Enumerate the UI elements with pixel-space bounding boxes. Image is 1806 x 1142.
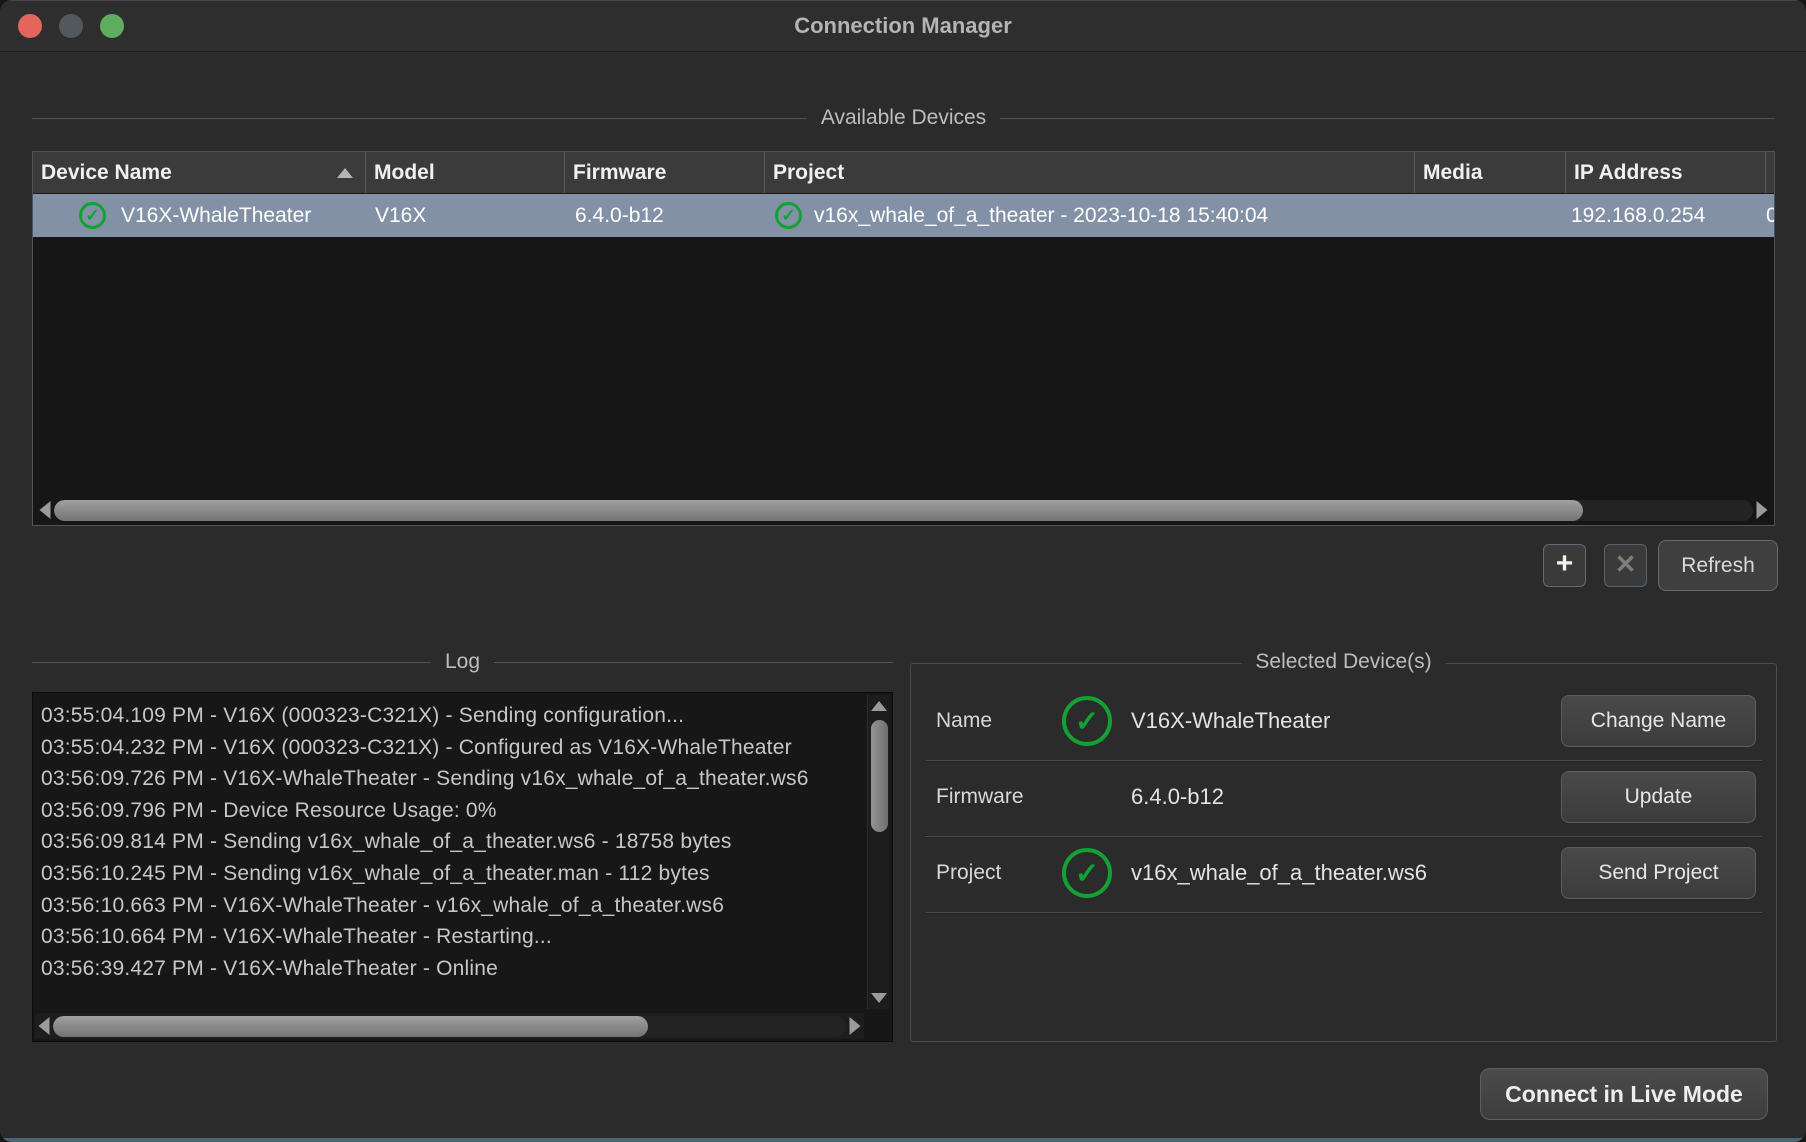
change-name-button[interactable]: Change Name [1561,695,1756,747]
log-entry: 03:55:04.232 PM - V16X (000323-C321X) - … [41,732,860,764]
device-row-selected[interactable]: ✓ V16X-WhaleTheater V16X 6.4.0-b12 ✓ v16… [33,194,1774,237]
project-value: v16x_whale_of_a_theater.ws6 [1131,860,1427,886]
remove-device-button[interactable]: ✕ [1604,544,1647,587]
column-header-overflow [1766,152,1774,193]
divider [925,912,1762,913]
scroll-left-icon[interactable] [35,1014,53,1038]
column-header-media[interactable]: Media [1415,152,1566,193]
selected-devices-panel: Selected Device(s) Name ✓ V16X-WhaleThea… [910,663,1777,1042]
selected-project-row: Project ✓ v16x_whale_of_a_theater.ws6 Se… [911,847,1776,899]
selected-name-row: Name ✓ V16X-WhaleTheater Change Name [911,695,1776,747]
devices-table-horizontal-scrollbar[interactable] [36,498,1771,522]
scroll-thumb[interactable] [54,500,1583,521]
log-label: Log [445,650,480,674]
connect-live-mode-button[interactable]: Connect in Live Mode [1480,1068,1768,1120]
column-header-model[interactable]: Model [366,152,565,193]
devices-table: Device Name Model Firmware Project Media… [32,151,1775,526]
project-label: Project [936,861,1001,885]
title-bar: Connection Manager [0,0,1806,52]
name-label: Name [936,709,992,733]
scroll-track[interactable] [53,1016,846,1037]
firmware-value: 6.4.0-b12 [1131,784,1224,810]
cell-project: ✓ v16x_whale_of_a_theater - 2023-10-18 1… [765,194,1415,237]
log-group-title: Log [32,650,893,674]
refresh-button[interactable]: Refresh [1658,540,1778,591]
selected-devices-label: Selected Device(s) [1241,650,1445,674]
scroll-right-icon[interactable] [846,1014,864,1038]
scroll-up-icon[interactable] [868,695,891,717]
project-ok-icon: ✓ [775,202,802,229]
log-entry: 03:56:09.814 PM - Sending v16x_whale_of_… [41,826,860,858]
log-entry: 03:56:10.663 PM - V16X-WhaleTheater - v1… [41,890,860,922]
cell-firmware: 6.4.0-b12 [565,194,765,237]
column-header-firmware[interactable]: Firmware [565,152,765,193]
log-list: 03:55:04.109 PM - V16X (000323-C321X) - … [32,692,893,1042]
name-value: V16X-WhaleTheater [1131,708,1330,734]
log-entry: 03:56:10.245 PM - Sending v16x_whale_of_… [41,858,860,890]
connection-manager-window: Connection Manager Available Devices Dev… [0,0,1806,1142]
cell-device-name: ✓ V16X-WhaleTheater [33,194,366,237]
devices-table-header: Device Name Model Firmware Project Media… [33,152,1774,194]
cell-media [1415,194,1566,237]
column-header-project[interactable]: Project [765,152,1415,193]
send-project-button[interactable]: Send Project [1561,847,1756,899]
log-entries: 03:55:04.109 PM - V16X (000323-C321X) - … [41,700,860,1005]
log-entry: 03:56:10.664 PM - V16X-WhaleTheater - Re… [41,921,860,953]
divider [1000,118,1775,119]
divider [32,662,431,663]
window-bottom-edge [0,1138,1806,1142]
log-entry: 03:55:04.109 PM - V16X (000323-C321X) - … [41,700,860,732]
scroll-right-icon[interactable] [1753,498,1771,522]
sort-ascending-icon [337,168,353,178]
add-device-button[interactable]: + [1543,544,1586,587]
column-header-ip-address[interactable]: IP Address [1566,152,1766,193]
device-online-icon: ✓ [79,202,106,229]
column-header-device-name[interactable]: Device Name [33,152,366,193]
log-entry: 03:56:09.796 PM - Device Resource Usage:… [41,795,860,827]
project-status-ok-icon: ✓ [1062,848,1112,898]
window-title: Connection Manager [0,0,1806,52]
cell-overflow: 0 [1766,194,1774,237]
divider [925,760,1762,761]
scroll-left-icon[interactable] [36,498,54,522]
name-status-ok-icon: ✓ [1062,696,1112,746]
scroll-track[interactable] [54,500,1753,521]
update-firmware-button[interactable]: Update [1561,771,1756,823]
available-devices-label: Available Devices [821,106,986,130]
divider [494,662,893,663]
log-entry: 03:56:39.427 PM - V16X-WhaleTheater - On… [41,953,860,985]
firmware-label: Firmware [936,785,1024,809]
scroll-down-icon[interactable] [868,987,891,1009]
available-devices-group-title: Available Devices [32,106,1775,130]
scroll-thumb[interactable] [53,1016,648,1037]
log-entry: 03:56:09.726 PM - V16X-WhaleTheater - Se… [41,763,860,795]
log-horizontal-scrollbar[interactable] [35,1013,864,1039]
selected-firmware-row: Firmware 6.4.0-b12 Update [911,771,1776,823]
divider [32,118,807,119]
cell-model: V16X [366,194,565,237]
scroll-thumb[interactable] [871,720,888,832]
log-vertical-scrollbar[interactable] [867,695,890,1009]
divider [925,836,1762,837]
cell-ip-address: 192.168.0.254 [1566,194,1766,237]
